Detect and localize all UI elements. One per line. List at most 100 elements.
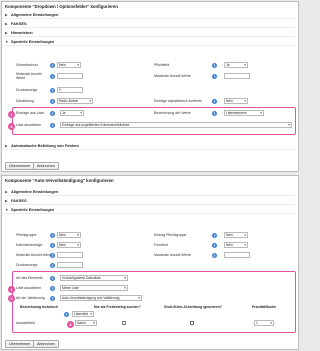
step-badge: 2 [8, 123, 15, 130]
apply-button[interactable]: Übernehmen [5, 162, 35, 170]
min-input[interactable] [57, 252, 83, 258]
step-badge: 1 [8, 286, 15, 293]
help-icon[interactable]: ? [50, 286, 55, 291]
name-select[interactable]: Name [75, 320, 97, 326]
liste-select[interactable]: Meine Liste [60, 285, 128, 291]
help-icon[interactable]: ? [50, 233, 55, 238]
help-icon[interactable]: ? [50, 263, 55, 268]
help-icon[interactable]: ? [50, 99, 55, 104]
section-faqs[interactable]: ▶ FAKSES [5, 197, 295, 205]
step-badge: 3 [67, 321, 74, 328]
panel-title: Komponente "Dropdown / Optionsfelder" ko… [5, 4, 118, 9]
validierung-select[interactable]: Auto-Vervollständigung und Validierung [60, 295, 142, 301]
pflichtgruppe-select[interactable]: Nein [57, 232, 81, 238]
liste-select[interactable]: Einträge aus ungefilterten Kolumnenbibli… [60, 122, 292, 128]
help-icon[interactable]: ? [50, 123, 55, 128]
pflichtfeld-label: Pflichtfeld [154, 63, 170, 67]
max-label: Maximale Anzahl Werte [154, 253, 191, 257]
darstellung-select[interactable]: Radio-Button [57, 98, 93, 104]
help-icon[interactable]: ? [50, 296, 55, 301]
help-icon[interactable]: ? [212, 74, 217, 79]
section-label: Allgemeine Einstellungen [11, 189, 59, 194]
schreibschutz-select[interactable]: Nein [57, 62, 81, 68]
datenquelle-select[interactable]: Vorkonfigurierte Datenliste [60, 275, 128, 281]
priority-select[interactable]: 1 [254, 320, 274, 326]
autocomplete-config-panel: Komponente "Auto-Vervollständigung" konf… [1, 175, 299, 350]
liste-label: Liste auswählen [16, 123, 42, 127]
max-input[interactable] [224, 73, 250, 79]
min-label: Minimale Anzahl Werte [16, 72, 42, 81]
datenquelle-label: Art des Elements [16, 276, 43, 280]
help-icon[interactable]: ? [212, 253, 217, 258]
section-label: Hinweistext [11, 30, 33, 35]
help-icon[interactable]: ? [50, 63, 55, 68]
liste-label: Liste auswählen [16, 286, 42, 290]
help-icon[interactable]: ? [212, 243, 217, 248]
help-icon[interactable]: ? [50, 253, 55, 258]
help-icon[interactable]: ? [212, 99, 217, 104]
eintrag-pflicht-label: Eintrag Pflichtgruppe [154, 233, 187, 237]
help-icon[interactable]: ? [50, 276, 55, 281]
druckanzeige-label: Druckanzeige [16, 88, 38, 92]
eintrag-pflicht-select[interactable]: Nein [224, 232, 248, 238]
table-header: Bezeichnung technisch [20, 305, 58, 309]
section-label: Allgemeine Einstellungen [11, 12, 59, 17]
section-general[interactable]: ▶ Allgemeine Einstellungen [5, 188, 295, 196]
schreibschutz-label: Schreibschutz [16, 63, 38, 67]
bezeichnung-label: Bezeichnung der Werte [154, 111, 191, 115]
cancel-button[interactable]: Abbrechen [33, 340, 59, 348]
min-input[interactable] [57, 73, 83, 79]
druckanzeige-input[interactable]: 0 [57, 87, 83, 93]
help-icon[interactable]: ? [50, 88, 55, 93]
druckanzeige-label: Druckanzeige [16, 263, 38, 267]
case-ignore-checkbox[interactable] [190, 321, 194, 325]
darstellung-label: Darstellung [16, 99, 34, 103]
kalender-select[interactable]: Nein [57, 242, 81, 248]
help-icon[interactable]: ? [64, 312, 69, 317]
step-badge: 2 [8, 295, 15, 302]
max-input[interactable] [224, 252, 250, 258]
section-faqs[interactable]: ▶ FAKSES [5, 20, 295, 28]
dropdown-config-panel: Komponente "Dropdown / Optionsfelder" ko… [1, 1, 299, 172]
table-header: Nur als Freitexteing suchen? [94, 305, 141, 309]
max-label: Maximale Anzahl Werte [154, 74, 191, 78]
section-label: Spezielle Einstellungen [11, 207, 55, 212]
help-icon[interactable]: ? [50, 74, 55, 79]
table-header: Groß-/Klein-Schreibung ignorieren? [164, 305, 222, 309]
sortiert-label: Einträge alphabetisch sortieren [154, 99, 203, 103]
section-auto-fill[interactable]: ▶ Automatische Befüllung von Feldern [5, 142, 295, 150]
min-label: Minimale Anzahl Werte [16, 253, 52, 257]
section-label: FAKSES [11, 198, 27, 203]
section-label: FAKSES [11, 21, 27, 26]
help-icon[interactable]: ? [212, 63, 217, 68]
eintraege-select[interactable]: Ja [60, 110, 84, 116]
kalender-label: Kalenderanzeige [16, 243, 43, 247]
freitext-checkbox[interactable] [122, 321, 126, 325]
help-icon[interactable]: ? [212, 233, 217, 238]
druckanzeige-input[interactable] [57, 262, 83, 268]
section-general[interactable]: ▶ Allgemeine Einstellungen [5, 11, 295, 19]
section-special[interactable]: ▼ Spezielle Einstellungen [5, 206, 295, 214]
section-label: Spezielle Einstellungen [11, 39, 55, 44]
listenfeld-select[interactable]: Listenfeld [72, 311, 94, 317]
formfeld-select[interactable]: Nein [224, 242, 248, 248]
help-icon[interactable]: ? [50, 111, 55, 116]
cancel-button[interactable]: Abbrechen [33, 162, 59, 170]
section-hint[interactable]: ▶ Hinweistext [5, 29, 295, 37]
table-header: Priorität/Suche [252, 305, 277, 309]
bezeichnung-select[interactable]: Listenelement [224, 110, 264, 116]
pflichtfeld-select[interactable]: Ja [224, 62, 248, 68]
help-icon[interactable]: ? [50, 243, 55, 248]
section-special[interactable]: ▼ Spezielle Einstellungen [5, 38, 295, 46]
formfeld-label: Formfeld [154, 243, 168, 247]
eintraege-label: Einträge aus Liste [16, 111, 45, 115]
section-label: Automatische Befüllung von Feldern [11, 143, 79, 148]
apply-button[interactable]: Übernehmen [5, 340, 35, 348]
help-icon[interactable]: ? [212, 111, 217, 116]
panel-title: Komponente "Auto-Vervollständigung" konf… [5, 178, 114, 183]
sortiert-select[interactable]: Nein [224, 98, 248, 104]
pflichtgruppe-label: Pflichtgruppe [16, 233, 37, 237]
step-badge: 1 [8, 111, 15, 118]
validierung-label: Art der Validierung [16, 296, 45, 300]
auswahlfeld-label: Auswahlfeld [16, 321, 35, 325]
